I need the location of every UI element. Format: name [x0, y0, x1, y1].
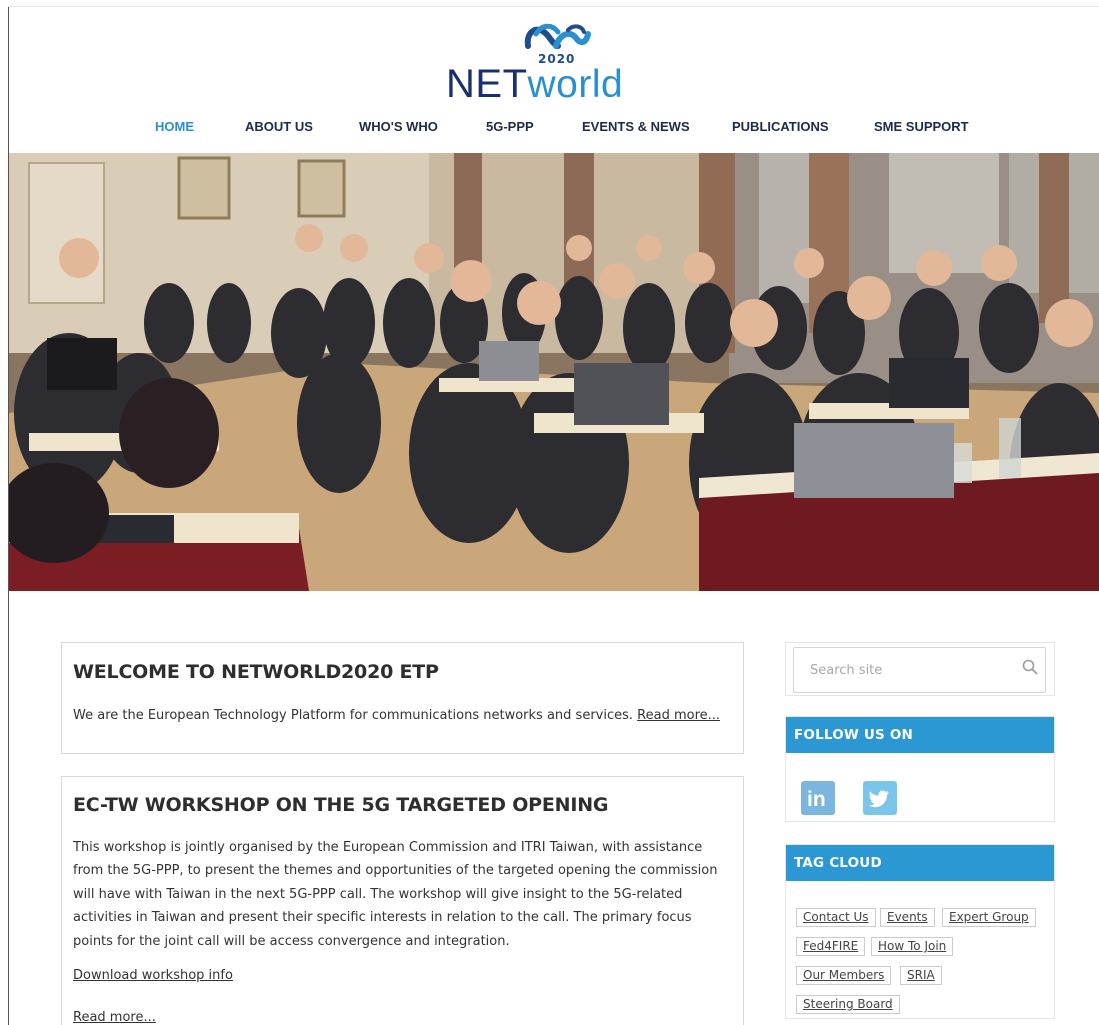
logo-net: NET [446, 62, 528, 106]
workshop-text: This workshop is jointly organised by th… [73, 840, 718, 949]
nav-5g-ppp[interactable]: 5G-PPP [486, 119, 534, 134]
nav-whos-who[interactable]: WHO'S WHO [359, 119, 438, 134]
tag-expert-group[interactable]: Expert Group [942, 908, 1036, 927]
nav-events-news[interactable]: EVENTS & NEWS [582, 119, 690, 134]
logo-world: world [527, 63, 624, 106]
follow-us-widget: FOLLOW US ON in [785, 716, 1055, 822]
conference-photo [9, 153, 1099, 591]
main-nav: HOME ABOUT US WHO'S WHO 5G-PPP EVENTS & … [0, 119, 1099, 137]
tag-how-to-join[interactable]: How To Join [871, 937, 954, 956]
welcome-text: We are the European Technology Platform … [73, 704, 733, 727]
logo-wordmark: NETworld [446, 62, 623, 107]
nav-publications[interactable]: PUBLICATIONS [732, 119, 829, 134]
hero-image [9, 153, 1099, 591]
linkedin-link[interactable]: in [801, 781, 835, 815]
tag-cloud-title: TAG CLOUD [786, 845, 1054, 881]
nav-sme-support[interactable]: SME SUPPORT [874, 119, 969, 134]
nav-home[interactable]: HOME [155, 119, 194, 134]
welcome-box: WELCOME TO NETWORLD2020 ETP We are the E… [61, 642, 744, 754]
workshop-title[interactable]: EC-TW WORKSHOP ON THE 5G TARGETED OPENIN… [73, 794, 609, 816]
tag-fed4fire[interactable]: Fed4FIRE [796, 937, 866, 956]
workshop-box: EC-TW WORKSHOP ON THE 5G TARGETED OPENIN… [61, 776, 744, 1025]
twitter-link[interactable] [863, 781, 897, 815]
download-workshop-link[interactable]: Download workshop info [73, 968, 233, 983]
linkedin-glyph: in [807, 788, 826, 811]
tag-contact-us[interactable]: Contact Us [796, 908, 876, 927]
search-input[interactable] [793, 647, 1046, 693]
page-top-border [8, 6, 1099, 7]
nav-about-us[interactable]: ABOUT US [245, 119, 313, 134]
workshop-read-more-link[interactable]: Read more... [73, 1010, 156, 1025]
search-icon[interactable] [1022, 659, 1038, 675]
search-widget [785, 642, 1055, 696]
linkedin-icon: in [807, 788, 826, 811]
tag-cloud-widget: TAG CLOUD Contact Us Events Expert Group… [785, 844, 1055, 1019]
tag-steering-board[interactable]: Steering Board [796, 995, 900, 1014]
tag-events[interactable]: Events [880, 908, 935, 927]
follow-us-title: FOLLOW US ON [786, 717, 1054, 753]
welcome-title: WELCOME TO NETWORLD2020 ETP [73, 661, 439, 683]
welcome-read-more-link[interactable]: Read more... [637, 708, 720, 723]
tag-sria[interactable]: SRIA [900, 966, 942, 985]
tag-our-members[interactable]: Our Members [796, 966, 892, 985]
site-logo[interactable]: 2020 NETworld [440, 18, 680, 107]
welcome-description: We are the European Technology Platform … [73, 708, 638, 723]
twitter-icon [868, 790, 889, 808]
